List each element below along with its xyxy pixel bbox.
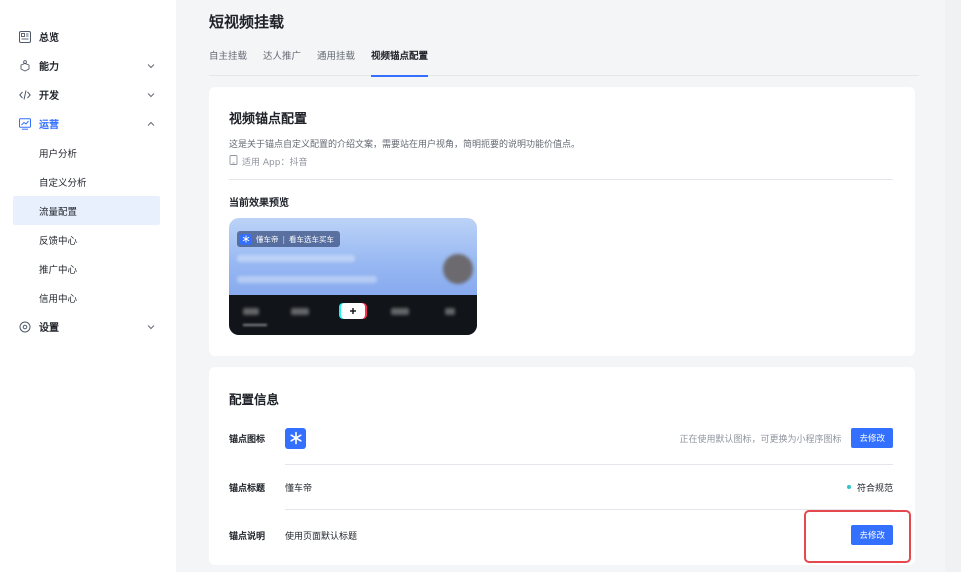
sidebar-subitem-custom-analysis[interactable]: 自定义分析 (13, 167, 160, 196)
row-value: 使用页面默认标题 (285, 531, 358, 542)
sidebar-subitem-credit-center[interactable]: 信用中心 (13, 283, 160, 312)
sidebar-subitem-feedback-center[interactable]: 反馈中心 (13, 225, 160, 254)
capability-icon (19, 59, 31, 72)
scrollbar[interactable] (945, 0, 961, 572)
preview-bottom-bar (229, 295, 477, 335)
sidebar-subitem-promotion-center[interactable]: 推广中心 (13, 254, 160, 283)
preview-chip-separator: | (282, 234, 286, 244)
row-value: 懂车帝 (285, 483, 313, 494)
effect-preview: 懂车帝 | 看车选车买车 (229, 218, 477, 335)
main-content: 短视频挂载 自主挂载 达人推广 通用挂载 视频锚点配置 视频锚点配置 这是关于锚… (176, 0, 945, 572)
card-title: 视频锚点配置 (229, 112, 308, 127)
row-label: 锚点标题 (229, 483, 266, 494)
anchor-logo-icon (240, 233, 251, 245)
sidebar-item-label: 能力 (39, 62, 59, 73)
chevron-up-icon (146, 119, 156, 129)
tab-general-mount[interactable]: 通用挂载 (317, 44, 355, 76)
app-label: 适用 App： (242, 158, 290, 168)
edit-icon-button[interactable]: 去修改 (851, 428, 893, 448)
sidebar-item-overview[interactable]: 总览 (0, 22, 176, 51)
chevron-down-icon (146, 61, 156, 71)
tab-influencer-promotion[interactable]: 达人推广 (263, 44, 301, 76)
blurred-tab-label (291, 308, 309, 315)
divider (229, 179, 893, 180)
sidebar-subitem-traffic-config[interactable]: 流量配置 (13, 196, 160, 225)
sidebar-item-label: 设置 (39, 323, 59, 334)
sidebar-subitem-user-analysis[interactable]: 用户分析 (13, 138, 160, 167)
preview-anchor-chip: 懂车帝 | 看车选车买车 (237, 231, 341, 247)
chevron-down-icon (146, 90, 156, 100)
highlight-annotation (804, 510, 911, 563)
code-icon (19, 89, 31, 101)
config-row-anchor-description: 锚点说明 使用页面默认标题 去修改 (229, 513, 893, 557)
config-row-anchor-icon: 锚点图标 正在使用默认图标，可更换为小程序图标 去修改 (229, 416, 893, 460)
plus-icon (341, 303, 365, 319)
tab-bar: 自主挂载 达人推广 通用挂载 视频锚点配置 (209, 44, 919, 77)
anchor-config-card: 视频锚点配置 这是关于锚点自定义配置的介绍文案，需要站在用户视角，简明扼要的说明… (209, 87, 915, 356)
sidebar-item-operation[interactable]: 运营 (0, 109, 176, 138)
sidebar-item-label: 运营 (39, 120, 59, 131)
preview-title: 当前效果预览 (229, 198, 289, 209)
sidebar-item-settings[interactable]: 设置 (0, 312, 176, 341)
dashboard-icon (19, 30, 31, 43)
card-title: 配置信息 (229, 392, 280, 407)
phone-icon (229, 155, 242, 168)
sidebar: 总览 能力 开发 运营 用户分析 自定义分析 流量配置 反馈中心 推广中心 信用… (0, 0, 176, 572)
divider (285, 509, 893, 510)
operation-chart-icon (19, 117, 31, 130)
preview-chip-text: 看车选车买车 (289, 234, 335, 244)
blurred-tab-label (445, 308, 455, 315)
blurred-text-line (237, 276, 377, 283)
applicable-app: 适用 App： 抖音 (229, 155, 307, 168)
status-text: 符合规范 (856, 483, 893, 494)
status-badge: 符合规范 (846, 481, 893, 494)
status-dot (846, 485, 851, 489)
app-value: 抖音 (289, 158, 308, 168)
row-label: 锚点图标 (229, 434, 266, 445)
sidebar-item-capability[interactable]: 能力 (0, 51, 176, 80)
tab-underline (243, 324, 267, 326)
tab-video-anchor-config[interactable]: 视频锚点配置 (371, 44, 429, 77)
blurred-avatar (443, 254, 473, 284)
settings-icon (19, 321, 31, 333)
row-hint: 正在使用默认图标，可更换为小程序图标 (679, 434, 842, 445)
chevron-down-icon (146, 322, 156, 332)
card-description: 这是关于锚点自定义配置的介绍文案，需要站在用户视角，简明扼要的说明功能价值点。 (229, 140, 581, 150)
config-row-anchor-title: 锚点标题 懂车帝 符合规范 (229, 465, 893, 509)
blurred-tab-label (391, 308, 409, 315)
blurred-text-line (237, 255, 355, 262)
sidebar-item-label: 开发 (39, 91, 59, 102)
tab-self-mount[interactable]: 自主挂载 (209, 44, 247, 76)
row-label: 锚点说明 (229, 531, 266, 542)
sidebar-item-develop[interactable]: 开发 (0, 80, 176, 109)
sidebar-item-label: 总览 (39, 33, 59, 44)
page-title: 短视频挂载 (209, 13, 285, 31)
preview-chip-name: 懂车帝 (256, 234, 279, 244)
blurred-tab-label (243, 308, 259, 315)
anchor-logo-icon (285, 427, 306, 449)
